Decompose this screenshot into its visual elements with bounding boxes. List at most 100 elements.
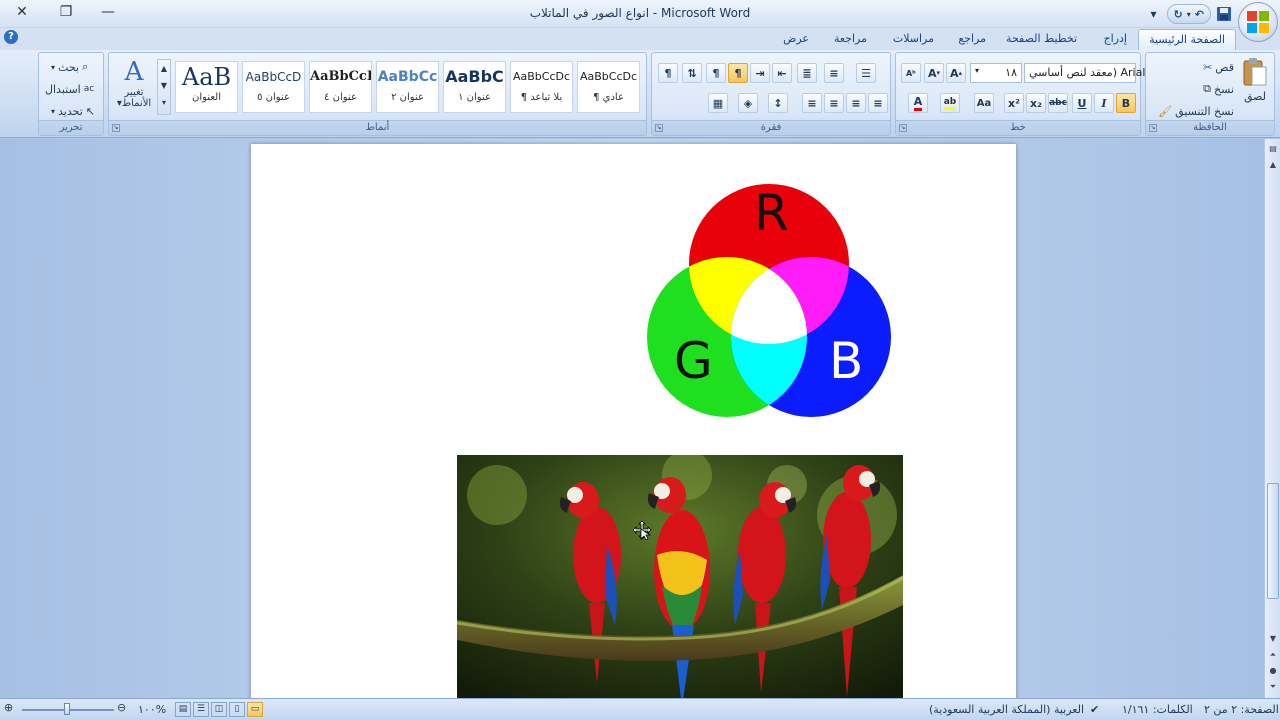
zoom-slider-thumb[interactable] xyxy=(64,703,70,715)
underline-icon[interactable]: U xyxy=(1072,93,1092,113)
paste-button[interactable]: لصق xyxy=(1240,57,1270,113)
word-count[interactable]: الكلمات: ١/١٦١ xyxy=(1122,703,1193,716)
align-center-icon[interactable]: ≡ xyxy=(846,93,866,113)
undo-icon[interactable]: ↶ xyxy=(1195,8,1204,21)
vertical-scrollbar[interactable]: ▤ ▲ ▼ ⏶ ● ⏷ xyxy=(1264,139,1280,698)
draft-view-icon[interactable]: ▤ xyxy=(175,702,191,717)
styles-launcher-icon[interactable]: ↘ xyxy=(112,124,120,132)
numbering-icon[interactable]: ≡ xyxy=(824,63,844,83)
line-spacing-icon[interactable]: ↕ xyxy=(768,93,788,113)
customize-qat-icon[interactable]: ▾ xyxy=(1144,4,1164,24)
save-icon[interactable] xyxy=(1214,4,1234,24)
bullets-icon[interactable]: ☰ xyxy=(856,63,876,83)
style-heading-1-sample: AaBbC xyxy=(445,67,504,86)
select-button[interactable]: ▾ تحديد ↖ xyxy=(51,101,95,121)
replace-button[interactable]: استبدال ac xyxy=(45,79,94,99)
style-heading-5[interactable]: AaBbCcD عنوان ٥ xyxy=(242,61,305,113)
page-number[interactable]: الصفحة: ٢ من ٢ xyxy=(1204,703,1279,716)
superscript-icon[interactable]: x² xyxy=(1004,93,1024,113)
language-status[interactable]: العربية (المملكة العربية السعودية) xyxy=(929,703,1084,716)
proofing-icon[interactable]: ✔ xyxy=(1090,703,1099,716)
font-group: معقد لنص أساسي) Arial ▾ ١٨ A ▴ A ▾ Aᵇ B I … xyxy=(895,52,1145,136)
format-painter-icon: 🖌 xyxy=(1158,104,1173,118)
zoom-out-icon[interactable]: ⊖ xyxy=(117,701,126,714)
change-styles-label-2-row: ▾الأنماط xyxy=(116,98,152,109)
multilevel-list-icon[interactable]: ≣ xyxy=(797,63,817,83)
zoom-slider[interactable] xyxy=(22,703,114,715)
ltr-direction-icon[interactable]: ¶ xyxy=(706,63,726,83)
help-icon[interactable]: ? xyxy=(4,30,18,44)
paragraph-launcher-icon[interactable]: ↘ xyxy=(655,124,663,132)
tab-insert[interactable]: إدراج xyxy=(1094,29,1137,50)
font-color-icon[interactable]: A xyxy=(908,93,928,113)
paragraph-group-label: فقرة xyxy=(652,120,890,135)
next-page-icon[interactable]: ⏷ xyxy=(1265,679,1280,695)
tab-mailings[interactable]: مراسلات xyxy=(883,29,944,50)
paste-label: لصق xyxy=(1243,90,1267,103)
outline-view-icon[interactable]: ☰ xyxy=(193,702,209,717)
justify-icon[interactable]: ≡ xyxy=(802,93,822,113)
borders-icon[interactable]: ▦ xyxy=(708,93,728,113)
cut-button[interactable]: ✂ قص xyxy=(1203,57,1234,77)
zoom-in-icon[interactable]: ⊕ xyxy=(4,701,13,714)
rtl-direction-icon[interactable]: ¶ xyxy=(728,63,748,83)
web-layout-icon[interactable]: ◫ xyxy=(211,702,227,717)
style-heading-1[interactable]: AaBbC عنوان ١ xyxy=(443,61,506,113)
office-button[interactable] xyxy=(1238,2,1278,42)
font-size-combo[interactable]: ▾ ١٨ xyxy=(970,63,1022,83)
styles-scroll-up-icon[interactable]: ▲ xyxy=(158,60,170,77)
document-area[interactable]: R G B xyxy=(0,139,1264,698)
rgb-diagram[interactable]: R G B xyxy=(641,174,891,424)
font-name-combo[interactable]: معقد لنص أساسي) Arial xyxy=(1024,63,1145,83)
style-title[interactable]: AaB العنوان xyxy=(175,61,238,113)
clipboard-launcher-icon[interactable]: ↘ xyxy=(1149,124,1157,132)
styles-more-icon[interactable]: ▾ xyxy=(158,94,170,111)
styles-scroll-down-icon[interactable]: ▼ xyxy=(158,77,170,94)
align-left-icon[interactable]: ≡ xyxy=(824,93,844,113)
tab-review[interactable]: مراجعة xyxy=(824,29,877,50)
redo-icon[interactable]: ↻ xyxy=(1174,8,1183,21)
print-layout-icon[interactable]: ▭ xyxy=(247,702,263,717)
select-browse-object-icon[interactable]: ● xyxy=(1265,663,1280,679)
copy-button[interactable]: ⧉ نسخ xyxy=(1203,79,1234,99)
shading-icon[interactable]: ◈ xyxy=(738,93,758,113)
decrease-indent-icon[interactable]: ⇤ xyxy=(772,63,792,83)
style-normal-name: ¶ عادي xyxy=(593,92,624,103)
grow-font-icon[interactable]: A ▴ xyxy=(946,63,966,83)
scrollbar-thumb[interactable] xyxy=(1267,483,1279,599)
style-no-spacing[interactable]: AaBbCcDc ¶ بلا تباعد xyxy=(510,61,573,113)
style-heading-4[interactable]: AaBbCcI عنوان ٤ xyxy=(309,61,372,113)
previous-page-icon[interactable]: ⏶ xyxy=(1265,647,1280,663)
italic-icon[interactable]: I xyxy=(1094,93,1114,113)
highlight-icon[interactable]: ab xyxy=(940,93,960,113)
scroll-up-icon[interactable]: ▲ xyxy=(1265,157,1280,173)
document-page[interactable]: R G B xyxy=(251,144,1016,698)
parrots-image[interactable] xyxy=(457,455,903,698)
style-normal[interactable]: AaBbCcDc ¶ عادي xyxy=(577,61,640,113)
subscript-icon[interactable]: x₂ xyxy=(1026,93,1046,113)
format-painter-button[interactable]: 🖌 نسخ التنسيق xyxy=(1158,101,1234,121)
tab-references[interactable]: مراجع xyxy=(948,29,996,50)
clear-formatting-icon[interactable]: Aᵇ xyxy=(901,63,921,83)
tab-view[interactable]: عرض xyxy=(773,29,819,50)
styles-scroll[interactable]: ▲ ▼ ▾ xyxy=(157,59,171,115)
tab-page-layout[interactable]: تخطيط الصفحة xyxy=(996,29,1087,50)
change-case-icon[interactable]: Aa xyxy=(974,93,994,113)
align-right-icon[interactable]: ≡ xyxy=(868,93,888,113)
increase-indent-icon[interactable]: ⇥ xyxy=(750,63,770,83)
bold-icon[interactable]: B xyxy=(1116,93,1136,113)
scroll-down-icon[interactable]: ▼ xyxy=(1265,631,1280,647)
find-button[interactable]: ▾ بحث ⌕ xyxy=(51,57,88,77)
change-styles-button[interactable]: A تغيير ▾الأنماط xyxy=(113,57,155,117)
style-heading-2[interactable]: AaBbCc عنوان ٢ xyxy=(376,61,439,113)
show-marks-icon[interactable]: ¶ xyxy=(658,63,678,83)
full-screen-reading-icon[interactable]: ▯ xyxy=(229,702,245,717)
font-launcher-icon[interactable]: ↘ xyxy=(899,124,907,132)
undo-dropdown-icon[interactable]: ▾ xyxy=(1187,10,1191,19)
shrink-font-icon[interactable]: A ▾ xyxy=(924,63,944,83)
ruler-toggle-icon[interactable]: ▤ xyxy=(1265,141,1280,157)
sort-icon[interactable]: ⇅ xyxy=(682,63,702,83)
tab-home[interactable]: الصفحة الرئيسية xyxy=(1138,29,1236,50)
zoom-level[interactable]: ١٠٠% xyxy=(138,703,166,716)
strikethrough-icon[interactable]: abc xyxy=(1048,93,1068,113)
